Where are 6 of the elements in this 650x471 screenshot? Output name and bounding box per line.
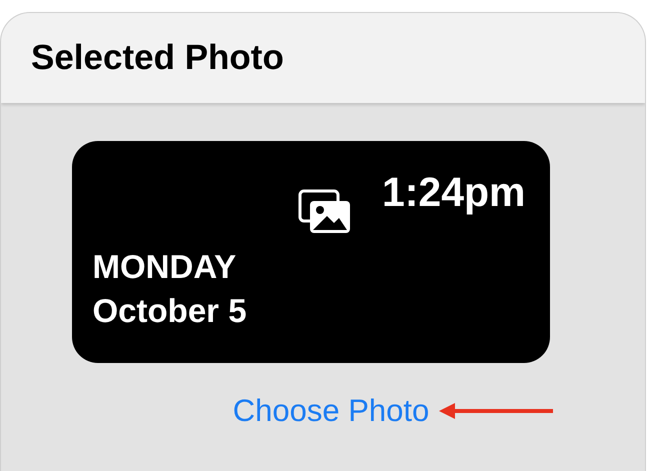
choose-photo-link[interactable]: Choose Photo xyxy=(232,393,430,429)
day-label: MONDAY xyxy=(92,247,238,287)
photos-icon xyxy=(298,189,352,235)
date-label: October 5 xyxy=(92,291,248,331)
header-title: Selected Photo xyxy=(31,38,284,78)
time-label: 1:24pm xyxy=(382,169,526,216)
